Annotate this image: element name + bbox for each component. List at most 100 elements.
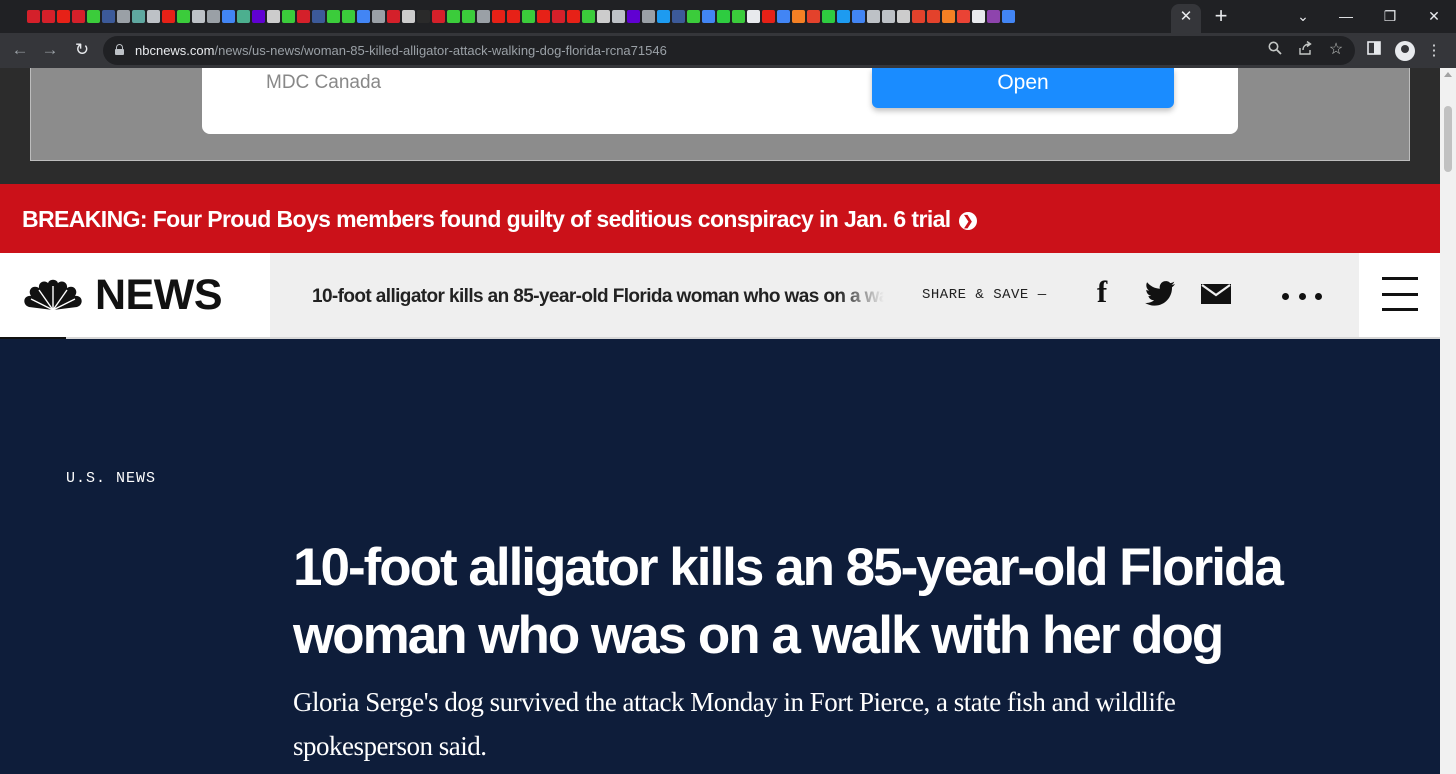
- scrollbar-thumb[interactable]: [1444, 106, 1452, 172]
- close-window-button[interactable]: ✕: [1412, 0, 1456, 33]
- yahoo-icon[interactable]: [251, 7, 265, 25]
- tab-close-icon[interactable]: ✕: [1180, 8, 1193, 25]
- business-insider-icon[interactable]: [296, 7, 310, 25]
- twitter-icon[interactable]: [656, 7, 670, 25]
- mail-icon[interactable]: [986, 7, 1000, 25]
- yahoo-icon[interactable]: [626, 7, 640, 25]
- doc-icon[interactable]: [116, 7, 130, 25]
- play-store-icon[interactable]: [581, 7, 595, 25]
- active-tab[interactable]: ✕: [1171, 4, 1201, 33]
- back-arrow-icon[interactable]: ←: [8, 39, 32, 63]
- play-store-icon[interactable]: [446, 7, 460, 25]
- scroll-up-arrow-icon[interactable]: [1444, 72, 1452, 77]
- search-icon[interactable]: [221, 7, 235, 25]
- page-scrollbar[interactable]: [1440, 68, 1456, 774]
- play-store-icon[interactable]: [731, 7, 745, 25]
- doc-icon[interactable]: [416, 7, 430, 25]
- browser-menu-icon[interactable]: ⋮: [1422, 39, 1446, 63]
- reload-icon[interactable]: ↻: [70, 39, 94, 63]
- zoom-icon[interactable]: [1265, 40, 1285, 60]
- business-insider-icon[interactable]: [431, 7, 445, 25]
- share-icon[interactable]: [1295, 40, 1315, 60]
- minimize-button[interactable]: —: [1324, 0, 1368, 33]
- youtube-icon[interactable]: [161, 7, 175, 25]
- new-tab-button[interactable]: +: [1210, 5, 1232, 27]
- shield-icon[interactable]: [101, 7, 115, 25]
- newspaper-icon[interactable]: [596, 7, 610, 25]
- business-insider-icon[interactable]: [551, 7, 565, 25]
- twitter-icon[interactable]: [836, 7, 850, 25]
- url-text[interactable]: nbcnews.com/news/us-news/woman-85-killed…: [135, 43, 667, 58]
- google-icon[interactable]: [956, 7, 970, 25]
- image-icon[interactable]: [131, 7, 145, 25]
- newspaper-icon[interactable]: [401, 7, 415, 25]
- play-store-icon[interactable]: [341, 7, 355, 25]
- app-icon[interactable]: [746, 7, 760, 25]
- pin-icon[interactable]: [926, 7, 940, 25]
- play-store-icon[interactable]: [176, 7, 190, 25]
- search-icon[interactable]: [851, 7, 865, 25]
- bookmark-icon[interactable]: [941, 7, 955, 25]
- globe-icon[interactable]: [191, 7, 205, 25]
- bookmark-icon[interactable]: [791, 7, 805, 25]
- search-icon[interactable]: [1001, 7, 1015, 25]
- business-insider-icon[interactable]: [386, 7, 400, 25]
- ad-open-button[interactable]: Open: [872, 68, 1174, 108]
- profile-avatar-icon[interactable]: [1395, 41, 1415, 61]
- business-insider-icon[interactable]: [41, 7, 55, 25]
- business-insider-icon[interactable]: [26, 7, 40, 25]
- tab-search-button[interactable]: ⌄: [1281, 0, 1325, 33]
- youtube-icon[interactable]: [491, 7, 505, 25]
- email-icon[interactable]: [1200, 284, 1232, 314]
- lock-icon[interactable]: [115, 44, 124, 55]
- g-icon[interactable]: [821, 7, 835, 25]
- globe-icon[interactable]: [146, 7, 160, 25]
- bookmark-star-icon[interactable]: ☆: [1326, 40, 1346, 60]
- breaking-news-link[interactable]: BREAKING: Four Proud Boys members found …: [22, 206, 977, 233]
- newspaper-icon[interactable]: [266, 7, 280, 25]
- play-store-icon[interactable]: [686, 7, 700, 25]
- shield-icon[interactable]: [671, 7, 685, 25]
- play-store-icon[interactable]: [461, 7, 475, 25]
- section-label[interactable]: U.S. NEWS: [66, 470, 156, 487]
- youtube-icon[interactable]: [761, 7, 775, 25]
- side-panel-icon[interactable]: [1362, 39, 1386, 63]
- nbc-news-logo[interactable]: NEWS: [0, 253, 270, 337]
- pin-icon[interactable]: [911, 7, 925, 25]
- browser-toolbar: ← → ↻ nbcnews.com/news/us-news/woman-85-…: [0, 33, 1456, 68]
- newspaper-icon[interactable]: [896, 7, 910, 25]
- more-options-icon[interactable]: [1282, 293, 1322, 301]
- search-icon[interactable]: [776, 7, 790, 25]
- search-icon[interactable]: [701, 7, 715, 25]
- menu-button[interactable]: [1359, 253, 1440, 337]
- app-icon[interactable]: [806, 7, 820, 25]
- doc-icon[interactable]: [206, 7, 220, 25]
- youtube-icon[interactable]: [536, 7, 550, 25]
- maximize-button[interactable]: ❐: [1368, 0, 1412, 33]
- youtube-icon[interactable]: [566, 7, 580, 25]
- app-icon[interactable]: [236, 7, 250, 25]
- facebook-icon[interactable]: f: [1092, 276, 1112, 307]
- business-insider-icon[interactable]: [71, 7, 85, 25]
- globe-icon[interactable]: [866, 7, 880, 25]
- ad-card[interactable]: MDC Canada Open: [202, 68, 1238, 134]
- doc-icon[interactable]: [476, 7, 490, 25]
- globe-icon[interactable]: [881, 7, 895, 25]
- shield-icon[interactable]: [311, 7, 325, 25]
- twitter-icon[interactable]: [1144, 281, 1176, 311]
- g-icon[interactable]: [716, 7, 730, 25]
- play-store-icon[interactable]: [521, 7, 535, 25]
- youtube-icon[interactable]: [56, 7, 70, 25]
- breaking-news-banner[interactable]: BREAKING: Four Proud Boys members found …: [0, 184, 1440, 253]
- forward-arrow-icon[interactable]: →: [38, 39, 62, 63]
- play-store-icon[interactable]: [326, 7, 340, 25]
- play-store-icon[interactable]: [281, 7, 295, 25]
- doc-icon[interactable]: [641, 7, 655, 25]
- search-icon[interactable]: [356, 7, 370, 25]
- doc-icon[interactable]: [371, 7, 385, 25]
- address-bar[interactable]: nbcnews.com/news/us-news/woman-85-killed…: [103, 36, 1355, 65]
- play-store-icon[interactable]: [86, 7, 100, 25]
- youtube-icon[interactable]: [506, 7, 520, 25]
- globe-icon[interactable]: [611, 7, 625, 25]
- doc-icon[interactable]: [971, 7, 985, 25]
